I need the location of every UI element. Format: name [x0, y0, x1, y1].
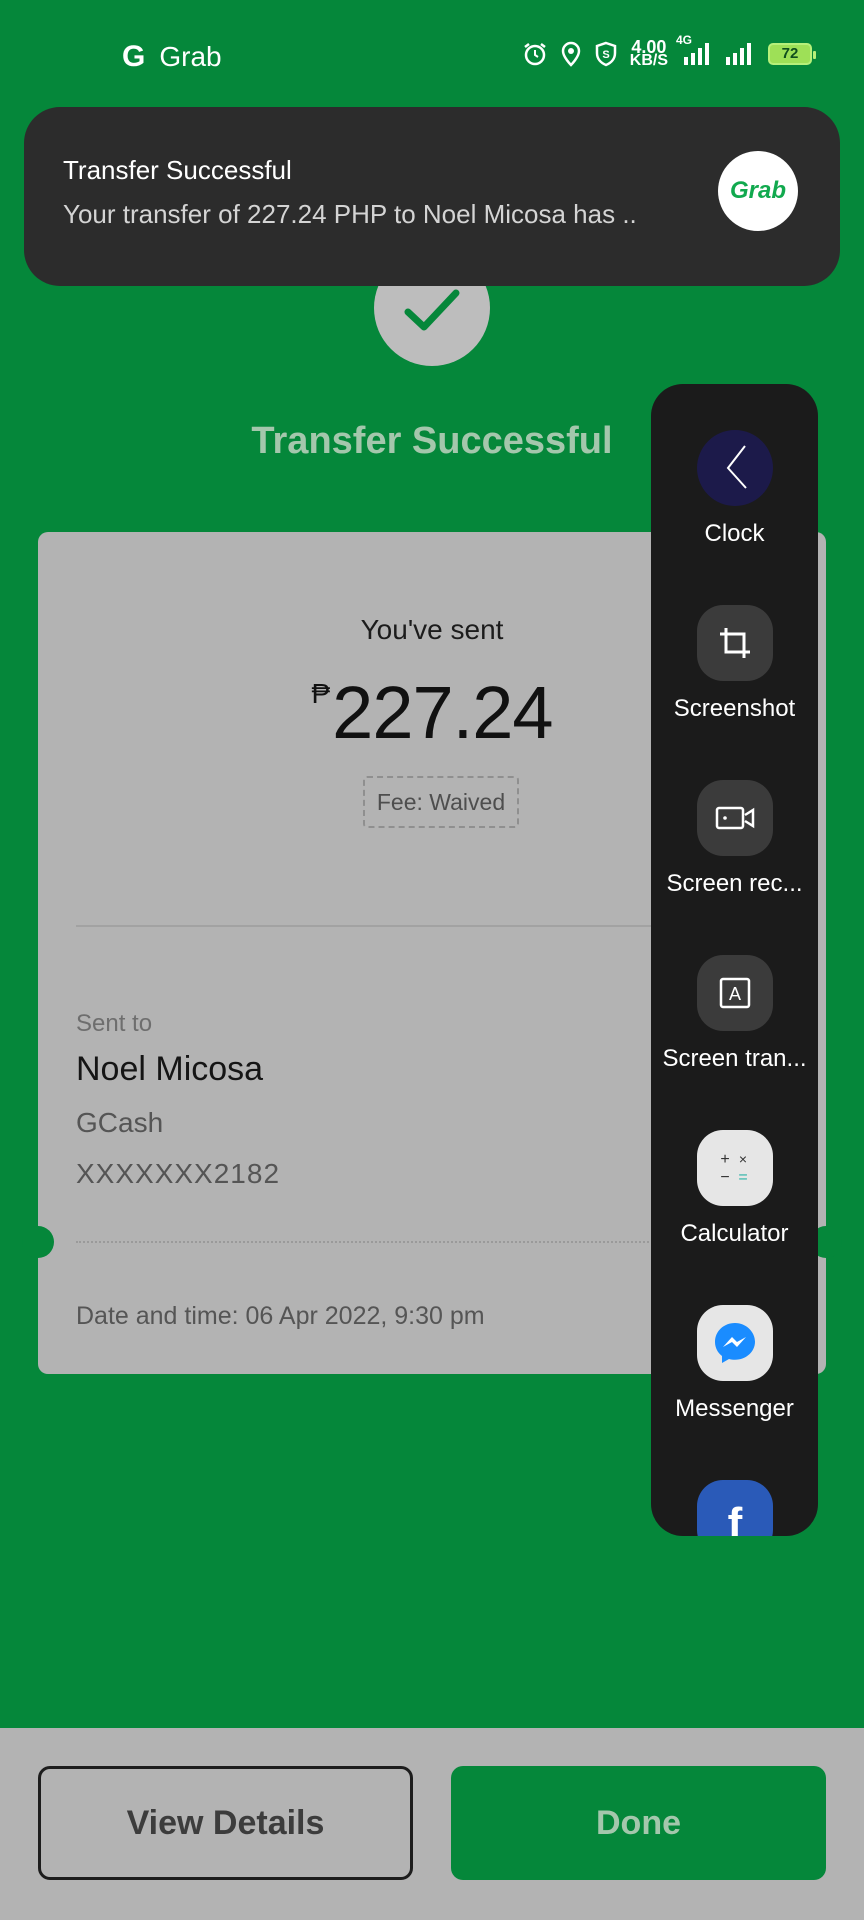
network-speed: 4.00 KB/S — [629, 37, 668, 69]
facebook-icon: f — [696, 1480, 773, 1536]
sidebar-item-label: Calculator — [680, 1220, 789, 1247]
svg-text:−: − — [720, 1169, 729, 1186]
signal-icon — [726, 43, 751, 65]
shield-icon: S — [595, 41, 617, 67]
amount-value: 227.24 — [332, 671, 553, 754]
sidebar-item-screenshot[interactable]: Screenshot — [651, 605, 818, 723]
location-icon — [561, 41, 581, 67]
sidebar-item-label: Clock — [704, 520, 765, 547]
sidebar-item-label: Messenger — [675, 1395, 794, 1422]
translate-icon: A — [696, 955, 773, 1031]
status-app-indicator: G Grab — [122, 40, 222, 74]
svg-text:=: = — [738, 1169, 747, 1186]
notification-body: Your transfer of 227.24 PHP to Noel Mico… — [63, 199, 637, 229]
recipient-account: XXXXXXX2182 — [76, 1158, 281, 1189]
fee-badge: Fee: Waived — [363, 776, 519, 828]
battery-icon: 72 — [768, 43, 816, 65]
sidebar-item-clock[interactable]: Clock — [651, 430, 818, 548]
view-details-button[interactable]: View Details — [38, 1766, 413, 1880]
sidebar-item-label: Screenshot — [673, 695, 796, 722]
status-app-name: Grab — [159, 41, 222, 72]
svg-text:×: × — [738, 1151, 746, 1167]
svg-text:A: A — [728, 984, 740, 1004]
bottom-action-bar: View Details Done — [0, 1728, 864, 1920]
notification-banner[interactable]: Transfer Successful Your transfer of 227… — [24, 107, 840, 286]
svg-text:S: S — [602, 49, 609, 61]
sidebar-item-calculator[interactable]: + × − = Calculator — [651, 1130, 818, 1248]
done-button[interactable]: Done — [451, 1766, 826, 1880]
clock-icon — [696, 430, 773, 506]
grab-logo-icon: G — [122, 40, 146, 73]
sidebar-item-messenger[interactable]: Messenger — [651, 1305, 818, 1423]
sidebar-item-facebook[interactable]: f — [651, 1480, 818, 1536]
currency-symbol: ₱ — [311, 678, 331, 709]
alarm-icon — [524, 43, 546, 66]
video-record-icon — [696, 780, 773, 856]
status-bar: G Grab S 4.00 KB/S 4G 72 — [0, 0, 864, 110]
status-icons: S 4.00 KB/S 4G 72 — [522, 33, 816, 69]
grab-app-logo: Grab — [718, 151, 798, 231]
smart-sidebar[interactable]: Clock Screenshot Screen rec... A Screen … — [651, 384, 818, 1536]
sent-to-label: Sent to — [76, 1010, 153, 1037]
calculator-icon: + × − = — [696, 1130, 773, 1206]
notification-title: Transfer Successful — [63, 155, 292, 185]
crop-icon — [696, 605, 773, 681]
transfer-datetime: Date and time: 06 Apr 2022, 9:30 pm — [76, 1302, 485, 1330]
sidebar-item-screen-translate[interactable]: A Screen tran... — [651, 955, 818, 1073]
recipient-name: Noel Micosa — [76, 1050, 264, 1088]
recipient-provider: GCash — [76, 1107, 164, 1138]
receipt-notch-left — [22, 1226, 54, 1258]
sidebar-item-screen-record[interactable]: Screen rec... — [651, 780, 818, 898]
svg-text:+: + — [720, 1151, 729, 1168]
messenger-icon — [696, 1305, 773, 1381]
sidebar-item-label: Screen tran... — [662, 1045, 807, 1072]
svg-text:f: f — [727, 1499, 742, 1536]
sidebar-item-label: Screen rec... — [666, 870, 803, 897]
signal-4g-icon: 4G — [676, 33, 712, 67]
